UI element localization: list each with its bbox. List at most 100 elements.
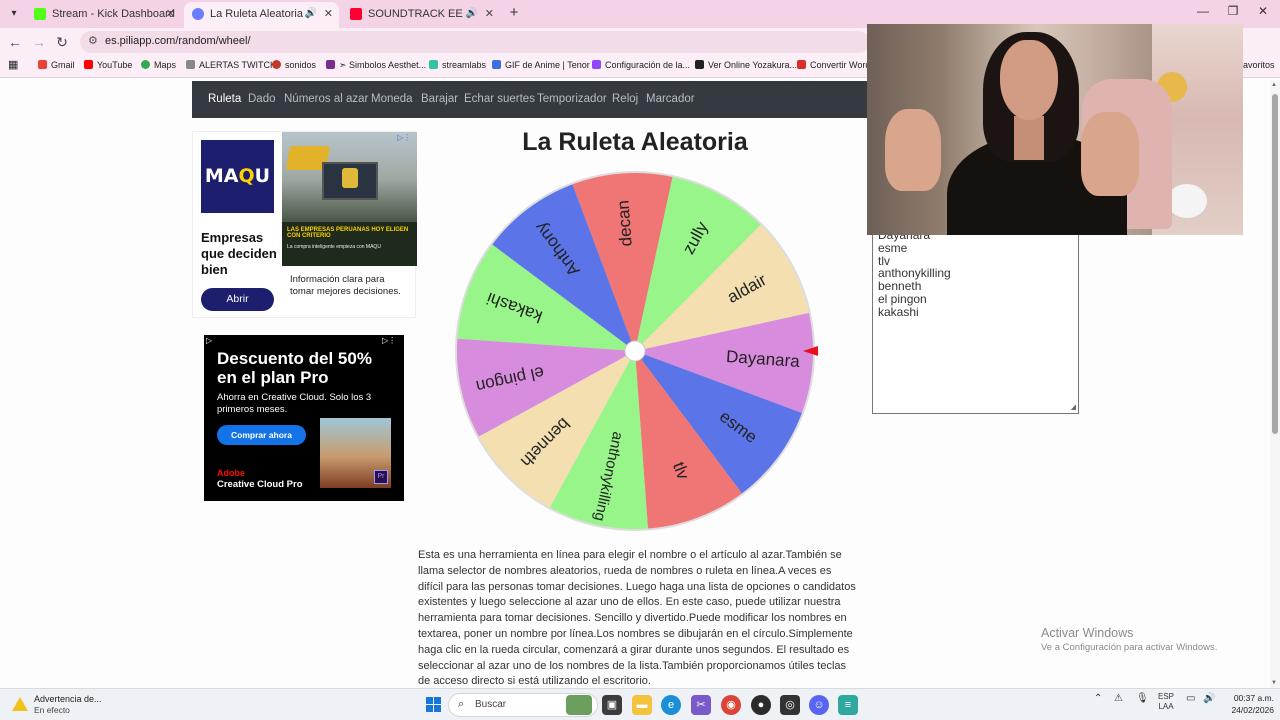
- nav-temporizador[interactable]: Temporizador: [537, 93, 607, 105]
- adchoices-icon[interactable]: ▷: [206, 336, 212, 345]
- reload-icon[interactable]: ↻: [53, 33, 71, 51]
- ad-maqu[interactable]: MAQU Empresas que deciden bien Abrir LAS…: [192, 131, 417, 318]
- discord-icon[interactable]: ☺: [809, 695, 829, 715]
- ad-adobe[interactable]: ▷ ▷⋮ Descuento del 50% en el plan Pro Ah…: [204, 335, 404, 501]
- close-tab-icon[interactable]: ✕: [485, 2, 494, 26]
- close-tab-icon[interactable]: ✕: [166, 2, 175, 26]
- taskbar-clock[interactable]: 00:37 a.m. 24/02/2026: [1222, 692, 1274, 716]
- warning-icon: [12, 697, 28, 711]
- widgets-icon[interactable]: [566, 695, 592, 715]
- bookmark-streamlabs[interactable]: streamlabs: [429, 60, 486, 70]
- file-explorer-icon[interactable]: ▬: [632, 695, 652, 715]
- ad-headline: Descuento del 50% en el plan Pro: [217, 349, 372, 387]
- language-indicator[interactable]: ESP LAA: [1158, 692, 1174, 712]
- buy-now-button[interactable]: Comprar ahora: [217, 425, 306, 445]
- volume-icon[interactable]: 🔊: [1203, 693, 1215, 704]
- tab-title: La Ruleta Aleatoria: [210, 8, 303, 20]
- tool-description: Esta es una herramienta en línea para el…: [418, 549, 856, 688]
- webcam-person-right-hand: [1081, 112, 1139, 196]
- streamlabs-icon: [429, 60, 438, 69]
- bookmark-yozakura[interactable]: Ver Online Yozakura...: [695, 60, 797, 70]
- scroll-down-icon[interactable]: ▼: [1271, 680, 1277, 686]
- roulette-wheel[interactable]: Dayanaraesmetlvanthonykillingbennethel p…: [452, 168, 818, 534]
- ad-menu-icon[interactable]: ▷⋮: [382, 336, 396, 345]
- site-navbar: Ruleta Dado Números al azar Moneda Baraj…: [192, 81, 868, 118]
- ad-description: Información clara para tomar mejores dec…: [290, 274, 401, 297]
- search-icon: ⌕: [458, 698, 465, 710]
- minimize-icon[interactable]: —: [1188, 4, 1218, 18]
- wheel-segment-label: decan: [613, 199, 635, 247]
- youtube-icon: [84, 60, 93, 69]
- nav-reloj[interactable]: Reloj: [612, 93, 638, 105]
- bookmark-youtube[interactable]: YouTube: [84, 60, 132, 70]
- kick-favicon-icon: [34, 8, 46, 20]
- nav-dado[interactable]: Dado: [248, 93, 276, 105]
- bookmark-sonidos[interactable]: sonidos: [272, 60, 316, 70]
- scroll-up-icon[interactable]: ▲: [1271, 82, 1277, 88]
- start-windows-icon[interactable]: [426, 697, 442, 713]
- download-icon: [186, 60, 195, 69]
- show-hidden-icons-chevron-icon[interactable]: ⌃: [1094, 693, 1102, 704]
- capture-app-icon[interactable]: ◎: [780, 695, 800, 715]
- speaker-icon[interactable]: 🔊: [466, 2, 478, 26]
- tab-search-icon[interactable]: ▾: [4, 4, 24, 24]
- tab-ruleta[interactable]: La Ruleta Aleatoria 🔊 ✕: [184, 2, 339, 28]
- apps-grid-icon[interactable]: ▦: [8, 58, 18, 71]
- name-line: el pingon: [878, 291, 927, 306]
- notepad-icon[interactable]: ≡: [838, 695, 858, 715]
- tab-kick-dashboard[interactable]: Stream - Kick Dashboard ✕: [26, 2, 181, 28]
- nav-moneda[interactable]: Moneda: [371, 93, 413, 105]
- name-line: kakashi: [878, 304, 919, 319]
- nav-barajar[interactable]: Barajar: [421, 93, 458, 105]
- speaker-icon[interactable]: 🔊: [305, 2, 317, 26]
- forward-arrow-icon[interactable]: →: [30, 33, 48, 51]
- page-title: La Ruleta Aleatoria: [522, 128, 748, 156]
- url-omnibox[interactable]: ⚙ es.piliapp.com/random/wheel/: [80, 31, 870, 53]
- bookmark-favoritos[interactable]: avoritos: [1243, 60, 1275, 70]
- bookmark-maps[interactable]: Maps: [141, 60, 176, 70]
- webcam-person-face: [1000, 40, 1058, 120]
- task-view-icon[interactable]: ▣: [602, 695, 622, 715]
- bookmark-convertir-word[interactable]: Convertir Word: [797, 60, 870, 70]
- ad-brand: Creative Cloud Pro: [217, 479, 303, 490]
- nav-echar-suertes[interactable]: Echar suertes: [464, 93, 535, 105]
- bookmark-configuracion[interactable]: Configuración de la...: [592, 60, 690, 70]
- adobe-logo: Adobe: [217, 468, 245, 478]
- resize-handle-icon[interactable]: ◢: [1071, 403, 1076, 411]
- ad-open-button[interactable]: Abrir: [201, 288, 274, 311]
- youtube-favicon-icon: [350, 8, 362, 20]
- nav-ruleta[interactable]: Ruleta: [208, 93, 241, 105]
- ad-headline: Empresas que deciden bien: [201, 230, 277, 277]
- display-icon[interactable]: ▭: [1186, 693, 1195, 704]
- gmail-icon: [38, 60, 47, 69]
- new-tab-plus-icon[interactable]: +: [504, 3, 524, 23]
- adchoices-icon[interactable]: ▷⋮: [397, 133, 411, 142]
- convertir-icon: [797, 60, 806, 69]
- twitch-icon: [592, 60, 601, 69]
- back-arrow-icon[interactable]: ←: [6, 33, 24, 51]
- gif-icon: [492, 60, 501, 69]
- bookmark-alertas[interactable]: ALERTAS TWITCH: [186, 60, 277, 70]
- obs-icon[interactable]: ●: [751, 695, 771, 715]
- tab-soundtrack[interactable]: SOUNDTRACK EEG | TROM 🔊 ✕: [342, 2, 500, 28]
- ad-image: LAS EMPRESAS PERUANAS HOY ELIGEN CON CRI…: [282, 132, 417, 266]
- snipping-tool-icon[interactable]: ✂: [691, 695, 711, 715]
- page-scrollbar[interactable]: ▲ ▼: [1270, 80, 1280, 688]
- close-window-icon[interactable]: ✕: [1248, 4, 1278, 18]
- bookmark-gif-anime[interactable]: GIF de Anime | Tenor: [492, 60, 590, 70]
- maximize-icon[interactable]: ❐: [1218, 4, 1248, 18]
- edge-icon[interactable]: e: [661, 695, 681, 715]
- wheel-hub[interactable]: [624, 340, 646, 362]
- close-tab-icon[interactable]: ✕: [324, 2, 333, 26]
- names-textarea[interactable]: Dayanara esme tlv anthonykilling benneth el p…: [872, 222, 1079, 414]
- site-info-icon[interactable]: ⚙: [88, 34, 98, 47]
- nav-marcador[interactable]: Marcador: [646, 93, 695, 105]
- name-line: esme: [878, 240, 908, 255]
- bookmark-simbolos[interactable]: ➣ Simbolos Aesthet...: [326, 60, 426, 71]
- bookmark-gmail[interactable]: Gmail: [38, 60, 75, 70]
- scrollbar-thumb[interactable]: [1272, 94, 1278, 434]
- chrome-icon[interactable]: ◉: [721, 695, 741, 715]
- network-alert-icon[interactable]: ⚠: [1114, 693, 1123, 704]
- microphone-icon[interactable]: 🎙: [1136, 693, 1149, 704]
- nav-numeros[interactable]: Números al azar: [284, 93, 368, 105]
